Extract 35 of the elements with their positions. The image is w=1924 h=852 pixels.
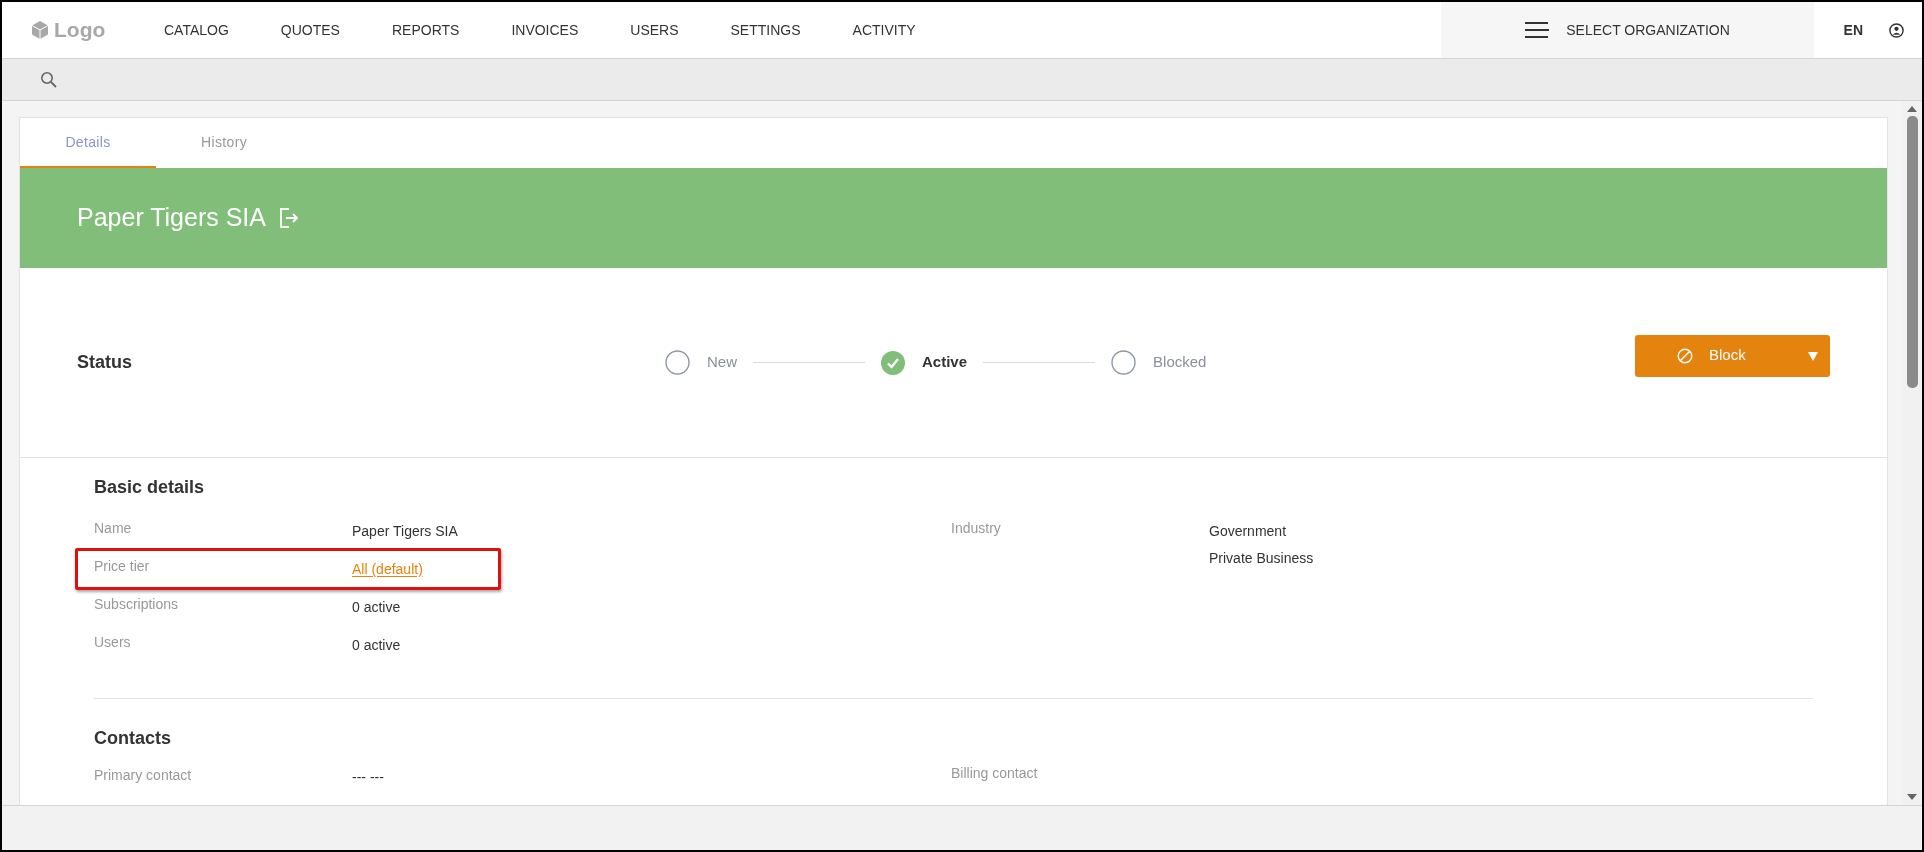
status-step-label: Blocked (1153, 352, 1207, 373)
nav-link[interactable]: CATALOG (164, 19, 229, 41)
nav-link[interactable]: USERS (630, 19, 679, 41)
user-icon[interactable] (1889, 22, 1904, 38)
field-label: Users (94, 632, 132, 652)
organization-title: Paper Tigers SIA (77, 202, 266, 234)
field-value: --- --- (352, 768, 384, 787)
nav-link[interactable]: REPORTS (391, 19, 460, 41)
status-step-label: Active (922, 352, 968, 373)
block-icon (1677, 347, 1693, 364)
nav-link[interactable]: SETTINGS (730, 19, 801, 41)
status-label: Status (77, 351, 133, 374)
nav-link[interactable]: INVOICES (511, 19, 579, 41)
field-label: Price tier (94, 556, 151, 576)
field-value: 0 active (352, 635, 401, 655)
nav-link[interactable]: ACTIVITY (852, 19, 916, 41)
field-value: Private Business (1209, 549, 1314, 568)
cube-icon (30, 20, 50, 40)
field-value: Government (1209, 522, 1288, 541)
caret-icon (1808, 350, 1818, 361)
field-value: Paper Tigers SIA (352, 521, 458, 541)
section-heading: Contacts (94, 727, 172, 750)
nav-link[interactable]: QUOTES (280, 19, 340, 41)
menu-icon (1524, 21, 1551, 39)
field-label: Billing contact (951, 764, 1038, 783)
field-value: 0 active (352, 597, 401, 617)
status-step-label: New (707, 352, 737, 373)
organization-selector[interactable]: SELECT ORGANIZATION (1440, 2, 1814, 58)
field-label: Subscriptions (94, 594, 180, 614)
field-label: Primary contact (94, 766, 193, 785)
field-label: Industry (951, 519, 1002, 538)
search-icon[interactable] (40, 71, 57, 88)
section-heading: Basic details (94, 476, 206, 499)
language-selector[interactable]: EN (1843, 19, 1863, 41)
field-label: Name (94, 518, 133, 538)
